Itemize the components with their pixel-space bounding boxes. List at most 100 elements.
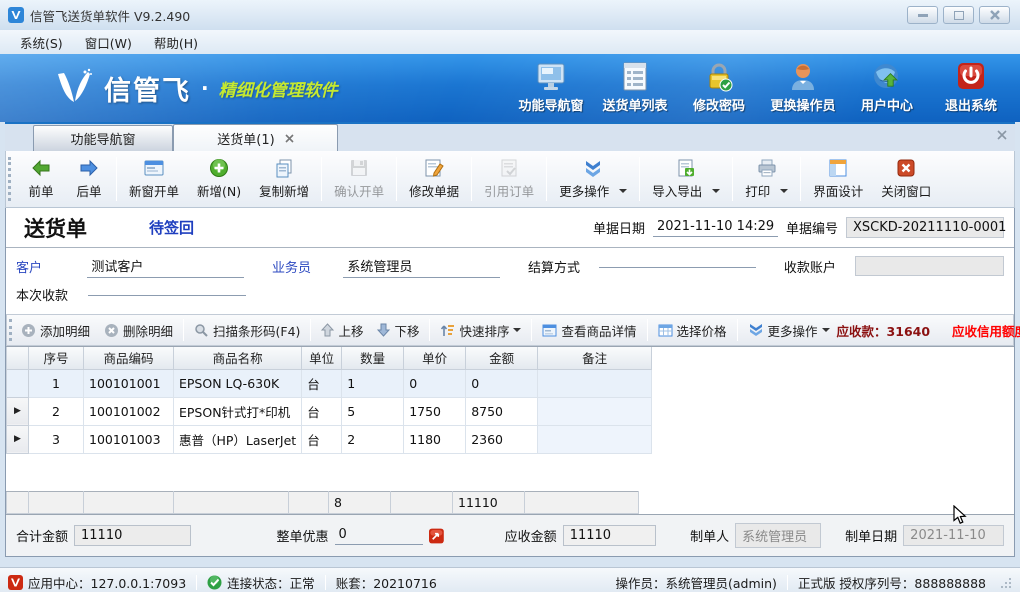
tab-nav-window[interactable]: 功能导航窗 bbox=[33, 125, 173, 151]
doc-date-input[interactable]: 2021-11-10 14:29 bbox=[653, 218, 778, 237]
cell-price[interactable]: 1750 bbox=[404, 397, 466, 425]
payment-input[interactable] bbox=[88, 292, 246, 296]
account-field[interactable] bbox=[855, 256, 1004, 276]
menu-system[interactable]: 系统(S) bbox=[10, 30, 73, 55]
tab-delivery-order[interactable]: 送货单(1) bbox=[173, 124, 338, 151]
settlement-input[interactable] bbox=[599, 264, 756, 268]
move-up-button[interactable]: 上移 bbox=[314, 321, 370, 340]
close-icon bbox=[990, 10, 1000, 20]
grid-row[interactable]: 1 100101001 EPSON LQ-630K 台 1 0 0 bbox=[7, 369, 652, 397]
resize-grip-icon[interactable] bbox=[1000, 577, 1012, 589]
close-button[interactable] bbox=[979, 6, 1010, 24]
ui-design-icon bbox=[827, 158, 849, 178]
maximize-button[interactable] bbox=[943, 6, 974, 24]
banner: 信管飞 · 精细化管理软件 功能导航窗 送货单列表 修改密码 更换操作员 bbox=[0, 54, 1020, 122]
more-actions-button[interactable]: 更多操作 bbox=[550, 155, 636, 203]
col-header-name[interactable]: 商品名称 bbox=[174, 347, 302, 369]
col-header-qty[interactable]: 数量 bbox=[342, 347, 404, 369]
delete-detail-button[interactable]: 删除明细 bbox=[97, 321, 180, 340]
scan-barcode-button[interactable]: 扫描条形码(F4) bbox=[187, 321, 307, 340]
cell-price[interactable]: 1180 bbox=[404, 425, 466, 453]
banner-action-switch-operator[interactable]: 更换操作员 bbox=[766, 58, 840, 118]
banner-action-nav[interactable]: 功能导航窗 bbox=[514, 58, 588, 118]
add-detail-button[interactable]: 添加明细 bbox=[14, 321, 97, 340]
customer-input[interactable]: 测试客户 bbox=[87, 255, 244, 278]
cell-no[interactable]: 1 bbox=[29, 369, 84, 397]
salesman-input[interactable]: 系统管理员 bbox=[343, 255, 500, 278]
cell-note[interactable] bbox=[538, 397, 652, 425]
col-header-amount[interactable]: 金额 bbox=[466, 347, 538, 369]
move-down-button[interactable]: 下移 bbox=[370, 321, 426, 340]
cell-no[interactable]: 2 bbox=[29, 397, 84, 425]
col-header-unit[interactable]: 单位 bbox=[302, 347, 342, 369]
row-selector[interactable]: ▶ bbox=[7, 397, 29, 425]
status-bar: 应用中心：127.0.0.1:7093 连接状态：正常 账套：20210716 … bbox=[0, 567, 1020, 592]
minimize-button[interactable] bbox=[907, 6, 938, 24]
banner-action-label: 修改密码 bbox=[693, 95, 745, 114]
banner-action-user-center[interactable]: 用户中心 bbox=[850, 58, 924, 118]
cell-unit[interactable]: 台 bbox=[302, 397, 342, 425]
summary-qty: 8 bbox=[329, 492, 391, 514]
summary-cell bbox=[525, 492, 639, 514]
discount-edit-icon[interactable] bbox=[429, 528, 444, 544]
discount-input[interactable]: 0 bbox=[335, 526, 423, 545]
grid-row[interactable]: ▶ 2 100101002 EPSON针式打*印机 台 5 1750 8750 bbox=[7, 397, 652, 425]
ui-design-button[interactable]: 界面设计 bbox=[804, 155, 872, 203]
button-label: 确认开单 bbox=[334, 181, 384, 200]
order-page: 送货单 待签回 单据日期 2021-11-10 14:29 单据编号 XSCKD… bbox=[5, 208, 1015, 557]
cell-no[interactable]: 3 bbox=[29, 425, 84, 453]
menu-bar: 系统(S) 窗口(W) 帮助(H) bbox=[0, 30, 1020, 54]
cell-unit[interactable]: 台 bbox=[302, 425, 342, 453]
row-selector[interactable] bbox=[7, 369, 29, 397]
edit-order-button[interactable]: 修改单据 bbox=[400, 155, 468, 203]
customer-label: 客户 bbox=[16, 257, 87, 276]
cell-unit[interactable]: 台 bbox=[302, 369, 342, 397]
col-header-note[interactable]: 备注 bbox=[538, 347, 652, 369]
select-price-button[interactable]: 选择价格 bbox=[651, 321, 734, 340]
banner-action-order-list[interactable]: 送货单列表 bbox=[598, 58, 672, 118]
cell-code[interactable]: 100101002 bbox=[84, 397, 174, 425]
tab-close-icon[interactable] bbox=[285, 134, 294, 143]
cell-amount[interactable]: 0 bbox=[466, 369, 538, 397]
cell-amount[interactable]: 8750 bbox=[466, 397, 538, 425]
next-order-button[interactable]: 后单 bbox=[65, 155, 113, 203]
cell-amount[interactable]: 2360 bbox=[466, 425, 538, 453]
quick-sort-button[interactable]: 快速排序 bbox=[433, 321, 528, 340]
cell-note[interactable] bbox=[538, 425, 652, 453]
row-selector[interactable]: ▶ bbox=[7, 425, 29, 453]
toolbar-separator bbox=[531, 319, 532, 341]
cell-name[interactable]: EPSON针式打*印机 bbox=[174, 397, 302, 425]
banner-action-exit[interactable]: 退出系统 bbox=[934, 58, 1008, 118]
grid-row[interactable]: ▶ 3 100101003 惠普（HP）LaserJet 台 2 1180 23… bbox=[7, 425, 652, 453]
edit-icon bbox=[423, 158, 445, 178]
copy-add-button[interactable]: 复制新增 bbox=[250, 155, 318, 203]
cell-note[interactable] bbox=[538, 369, 652, 397]
detail-more-actions-button[interactable]: 更多操作 bbox=[741, 321, 837, 340]
cell-price[interactable]: 0 bbox=[404, 369, 466, 397]
cell-qty[interactable]: 5 bbox=[342, 397, 404, 425]
status-license: 正式版 授权序列号：888888888 bbox=[798, 573, 986, 592]
add-order-button[interactable]: 新增(N) bbox=[188, 155, 250, 203]
import-export-button[interactable]: 导入导出 bbox=[643, 155, 729, 203]
menu-window[interactable]: 窗口(W) bbox=[75, 30, 142, 55]
view-product-detail-button[interactable]: 查看商品详情 bbox=[535, 321, 643, 340]
close-window-button[interactable]: 关闭窗口 bbox=[872, 155, 940, 203]
col-header-price[interactable]: 单价 bbox=[404, 347, 466, 369]
cell-code[interactable]: 100101003 bbox=[84, 425, 174, 453]
cell-name[interactable]: 惠普（HP）LaserJet bbox=[174, 425, 302, 453]
col-header-code[interactable]: 商品编码 bbox=[84, 347, 174, 369]
print-button[interactable]: 打印 bbox=[736, 155, 797, 203]
banner-action-change-password[interactable]: 修改密码 bbox=[682, 58, 756, 118]
cell-code[interactable]: 100101001 bbox=[84, 369, 174, 397]
cell-qty[interactable]: 2 bbox=[342, 425, 404, 453]
tabstrip-close-icon[interactable] bbox=[997, 130, 1007, 140]
order-form: 客户 测试客户 业务员 系统管理员 结算方式 收款账户 本次收款 bbox=[6, 248, 1014, 314]
prev-order-button[interactable]: 前单 bbox=[17, 155, 65, 203]
col-header-no[interactable]: 序号 bbox=[29, 347, 84, 369]
menu-help[interactable]: 帮助(H) bbox=[144, 30, 208, 55]
new-window-order-button[interactable]: 新窗开单 bbox=[120, 155, 188, 203]
cell-name[interactable]: EPSON LQ-630K bbox=[174, 369, 302, 397]
cell-qty[interactable]: 1 bbox=[342, 369, 404, 397]
save-icon bbox=[348, 158, 370, 178]
receivable-amount-field[interactable]: 11110 bbox=[563, 525, 656, 546]
